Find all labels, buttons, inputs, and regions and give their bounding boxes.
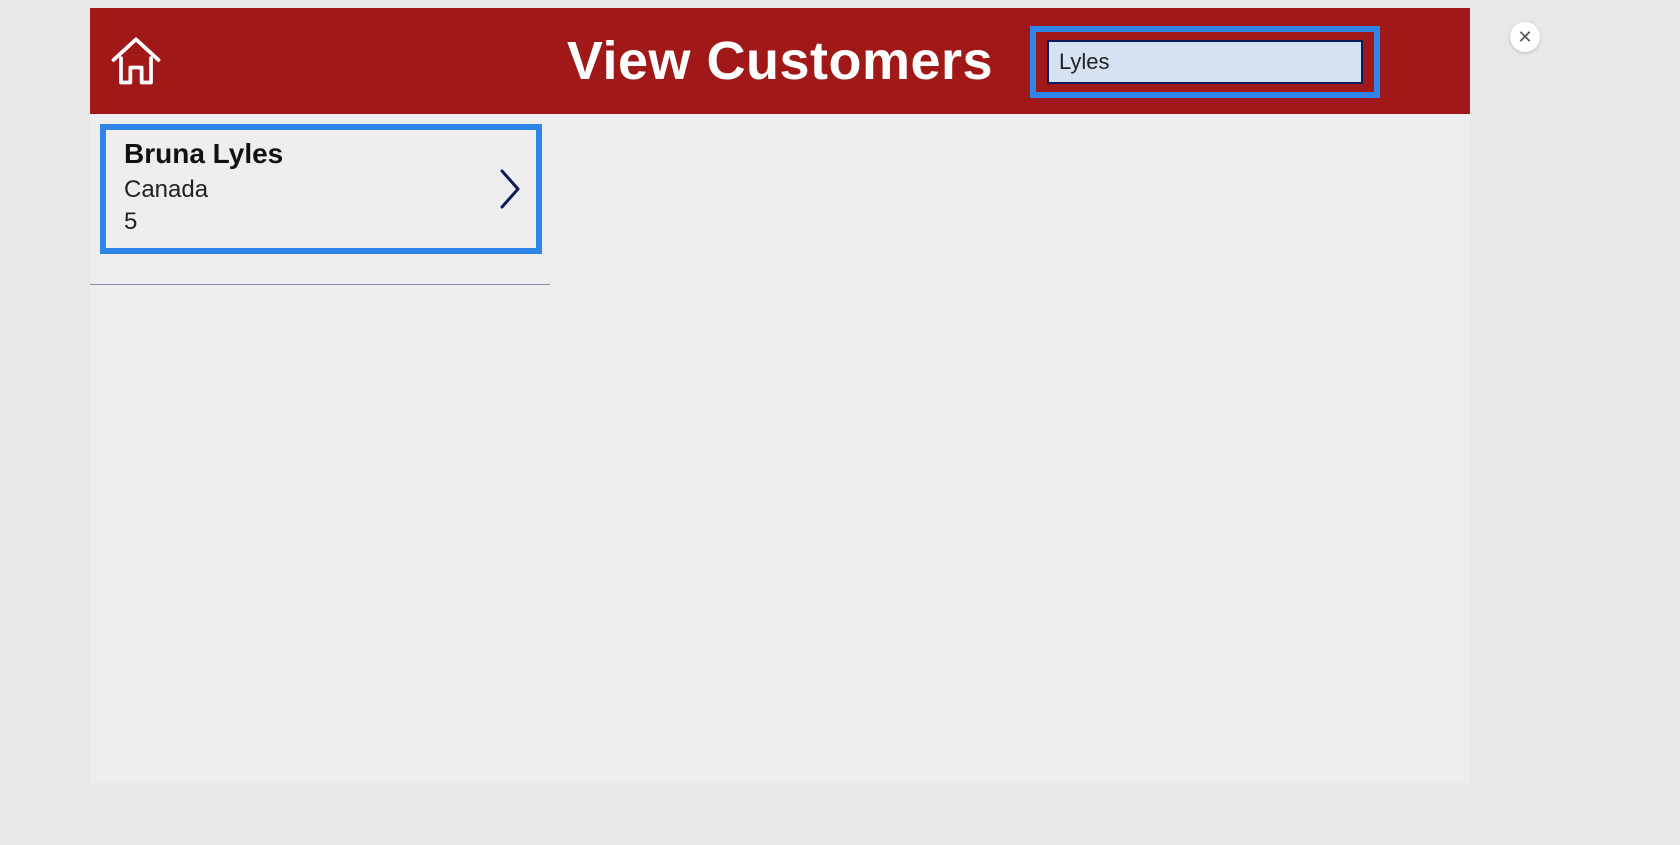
- app-canvas: View Customers Bruna Lyles Canada 5: [90, 8, 1470, 783]
- header-bar: View Customers: [90, 8, 1470, 114]
- close-icon: ✕: [1517, 27, 1532, 48]
- customer-country: Canada: [124, 176, 518, 204]
- search-container: [1030, 26, 1380, 98]
- home-icon[interactable]: [106, 30, 166, 90]
- customer-name: Bruna Lyles: [124, 138, 518, 170]
- close-button[interactable]: ✕: [1510, 22, 1540, 52]
- divider: [90, 284, 550, 285]
- customer-id: 5: [124, 208, 518, 236]
- customer-card[interactable]: Bruna Lyles Canada 5: [100, 124, 542, 254]
- search-input[interactable]: [1047, 40, 1363, 84]
- results-area: Bruna Lyles Canada 5: [90, 114, 1470, 285]
- chevron-right-icon: [496, 167, 524, 211]
